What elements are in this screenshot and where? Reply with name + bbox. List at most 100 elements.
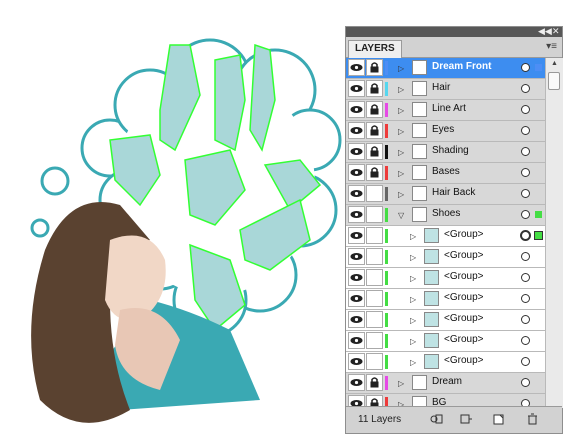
lock-icon[interactable]	[366, 101, 383, 118]
collapse-triangle-icon[interactable]: ▽	[398, 211, 404, 220]
layer-name[interactable]: <Group>	[444, 355, 483, 366]
target-icon[interactable]	[521, 210, 530, 219]
layer-name[interactable]: <Group>	[444, 292, 483, 303]
expand-triangle-icon[interactable]: ▷	[398, 190, 404, 199]
eye-icon[interactable]	[348, 374, 365, 391]
layer-row[interactable]: ▷ Hair Back	[346, 184, 545, 205]
layer-row[interactable]: ▷ Eyes	[346, 121, 545, 142]
expand-triangle-icon[interactable]: ▷	[398, 148, 404, 157]
target-icon[interactable]	[521, 105, 530, 114]
expand-triangle-icon[interactable]: ▷	[410, 274, 416, 283]
layer-name[interactable]: <Group>	[444, 334, 483, 345]
layers-scrollbar[interactable]: ▲	[545, 58, 563, 408]
selection-indicator[interactable]	[534, 231, 543, 240]
target-icon[interactable]	[521, 189, 530, 198]
layer-row[interactable]: ▷ Shading	[346, 142, 545, 163]
lock-icon[interactable]	[366, 80, 383, 97]
lock-icon[interactable]	[366, 122, 383, 139]
expand-triangle-icon[interactable]: ▷	[398, 379, 404, 388]
eye-icon[interactable]	[348, 248, 365, 265]
layer-name[interactable]: Bases	[432, 166, 460, 177]
panel-menu-icon[interactable]: ▾≡	[546, 41, 557, 52]
target-icon[interactable]	[521, 147, 530, 156]
expand-triangle-icon[interactable]: ▷	[410, 316, 416, 325]
eye-icon[interactable]	[348, 80, 365, 97]
panel-titlebar[interactable]: ◀◀ ✕	[346, 26, 562, 37]
expand-triangle-icon[interactable]: ▷	[410, 253, 416, 262]
lock-empty-icon[interactable]	[366, 332, 383, 349]
expand-triangle-icon[interactable]: ▷	[410, 358, 416, 367]
lock-empty-icon[interactable]	[366, 248, 383, 265]
scroll-thumb[interactable]	[548, 72, 560, 90]
delete-layer-icon[interactable]	[526, 413, 539, 425]
target-icon[interactable]	[521, 336, 530, 345]
layer-name[interactable]: Eyes	[432, 124, 454, 135]
eye-icon[interactable]	[348, 101, 365, 118]
artwork-canvas[interactable]	[0, 0, 345, 447]
lock-empty-icon[interactable]	[366, 206, 383, 223]
layer-name[interactable]: <Group>	[444, 271, 483, 282]
expand-triangle-icon[interactable]: ▷	[398, 169, 404, 178]
selection-indicator[interactable]	[535, 211, 542, 218]
target-icon[interactable]	[521, 378, 530, 387]
lock-empty-icon[interactable]	[366, 227, 383, 244]
lock-empty-icon[interactable]	[366, 311, 383, 328]
layer-name[interactable]: Dream	[432, 376, 462, 387]
make-clipping-mask-icon[interactable]	[430, 413, 443, 425]
layer-name[interactable]: Hair Back	[432, 187, 475, 198]
expand-triangle-icon[interactable]: ▷	[398, 85, 404, 94]
layer-row[interactable]: ▷ <Group>	[346, 352, 545, 373]
layer-row[interactable]: ▷ Line Art	[346, 100, 545, 121]
target-icon[interactable]	[520, 230, 531, 241]
lock-empty-icon[interactable]	[366, 290, 383, 307]
expand-triangle-icon[interactable]: ▷	[398, 127, 404, 136]
lock-empty-icon[interactable]	[366, 353, 383, 370]
target-icon[interactable]	[521, 357, 530, 366]
target-icon[interactable]	[521, 63, 530, 72]
target-icon[interactable]	[521, 252, 530, 261]
layer-row[interactable]: ▷ <Group>	[346, 226, 545, 247]
layer-row[interactable]: ▷ <Group>	[346, 289, 545, 310]
eye-icon[interactable]	[348, 206, 365, 223]
layer-row[interactable]: ▷ <Group>	[346, 247, 545, 268]
layer-row[interactable]: ▷ <Group>	[346, 331, 545, 352]
layer-name[interactable]: Hair	[432, 82, 450, 93]
eye-icon[interactable]	[348, 332, 365, 349]
double-arrow-icon[interactable]: ◀◀	[538, 26, 552, 37]
eye-icon[interactable]	[348, 122, 365, 139]
lock-icon[interactable]	[366, 374, 383, 391]
eye-icon[interactable]	[348, 269, 365, 286]
layer-name[interactable]: Dream Front	[432, 61, 491, 72]
expand-triangle-icon[interactable]: ▷	[398, 106, 404, 115]
layer-row[interactable]: ▷ Hair	[346, 79, 545, 100]
expand-triangle-icon[interactable]: ▷	[410, 232, 416, 241]
layer-row[interactable]: ▽ Shoes	[346, 205, 545, 226]
target-icon[interactable]	[521, 168, 530, 177]
eye-icon[interactable]	[348, 290, 365, 307]
eye-icon[interactable]	[348, 164, 365, 181]
layer-row[interactable]: ▷ Bases	[346, 163, 545, 184]
scroll-up-icon[interactable]: ▲	[546, 58, 563, 70]
lock-icon[interactable]	[366, 59, 383, 76]
eye-icon[interactable]	[348, 227, 365, 244]
lock-icon[interactable]	[366, 143, 383, 160]
layer-row[interactable]: ▷ Dream Front	[346, 58, 545, 79]
eye-icon[interactable]	[348, 353, 365, 370]
layer-name[interactable]: Shoes	[432, 208, 460, 219]
lock-icon[interactable]	[366, 164, 383, 181]
target-icon[interactable]	[521, 273, 530, 282]
target-icon[interactable]	[521, 294, 530, 303]
layer-name[interactable]: Shading	[432, 145, 469, 156]
eye-icon[interactable]	[348, 311, 365, 328]
eye-icon[interactable]	[348, 185, 365, 202]
expand-triangle-icon[interactable]: ▷	[398, 64, 404, 73]
lock-empty-icon[interactable]	[366, 269, 383, 286]
layer-name[interactable]: <Group>	[444, 313, 483, 324]
layer-row[interactable]: ▷ <Group>	[346, 268, 545, 289]
new-layer-icon[interactable]	[492, 413, 505, 425]
layer-row[interactable]: ▷ Dream	[346, 373, 545, 394]
target-icon[interactable]	[521, 84, 530, 93]
close-icon[interactable]: ✕	[552, 26, 560, 37]
target-icon[interactable]	[521, 315, 530, 324]
layer-name[interactable]: Line Art	[432, 103, 466, 114]
